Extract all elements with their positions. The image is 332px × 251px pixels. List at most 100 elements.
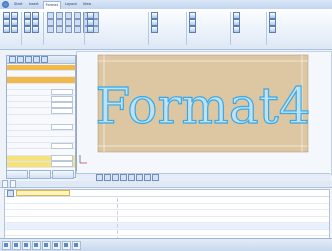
object-icon (151, 11, 158, 19)
ribbon-item[interactable] (233, 18, 240, 26)
zoom-out-icon[interactable] (104, 174, 111, 181)
ribbon-item[interactable] (3, 11, 18, 19)
align-center-icon[interactable] (55, 11, 63, 19)
property-value-field[interactable] (51, 161, 73, 168)
app-icon (34, 243, 38, 247)
group-icon[interactable] (64, 25, 72, 33)
bold-icon (24, 11, 31, 19)
color-icon (151, 25, 158, 33)
format-painter-icon (11, 18, 18, 26)
ribbon-item[interactable] (24, 11, 39, 19)
lower-panel-value[interactable] (117, 217, 210, 222)
ribbon-item[interactable] (233, 11, 240, 19)
ribbon-item[interactable] (151, 18, 158, 26)
ribbon-separator (148, 12, 149, 45)
ribbon-item[interactable] (87, 11, 94, 19)
tab-layout[interactable]: Layout (63, 1, 79, 8)
app-icon (54, 243, 58, 247)
property-value-field[interactable] (51, 142, 73, 149)
status-item[interactable] (62, 240, 71, 250)
pan-icon[interactable] (120, 174, 127, 181)
font-color-icon (24, 25, 31, 33)
text-style-icon (189, 25, 196, 33)
border-icon[interactable] (73, 18, 81, 26)
tab-format[interactable]: Format (42, 1, 61, 9)
zoom-in-icon[interactable] (96, 174, 103, 181)
panel-tool-icon[interactable] (41, 56, 48, 63)
panel-tool-icon[interactable] (17, 56, 24, 63)
ribbon-item[interactable] (189, 11, 196, 19)
highlight-icon (32, 25, 39, 33)
ribbon-item[interactable] (269, 25, 276, 33)
status-item[interactable] (2, 240, 11, 250)
align-right-icon[interactable] (64, 11, 72, 19)
flip-icon[interactable] (55, 25, 63, 33)
fit-page-icon[interactable] (112, 174, 119, 181)
ribbon-item[interactable] (87, 25, 94, 33)
ribbon-item[interactable] (189, 25, 196, 33)
property-value-field[interactable] (51, 107, 73, 114)
status-item[interactable] (12, 240, 21, 250)
undo-icon (3, 25, 10, 33)
property-value-field[interactable] (51, 95, 73, 102)
ribbon-group-objects (151, 11, 158, 33)
lower-panel-value[interactable] (117, 204, 210, 209)
arrange-icon (87, 11, 94, 19)
app-icon (44, 243, 48, 247)
ribbon-item[interactable] (87, 18, 94, 26)
property-value-field[interactable] (51, 124, 73, 131)
spacing-icon[interactable] (64, 18, 72, 26)
numbered-list-icon[interactable] (55, 18, 63, 26)
lower-tab[interactable] (10, 180, 16, 188)
panel-button[interactable] (52, 170, 74, 179)
layer-toggle-icon[interactable] (152, 174, 159, 181)
ribbon-item[interactable] (233, 25, 240, 33)
lower-tab[interactable] (2, 180, 8, 188)
status-item[interactable] (52, 240, 61, 250)
tab-start[interactable]: Start (12, 1, 25, 8)
snap-icon[interactable] (144, 174, 151, 181)
panel-tool-icon[interactable] (25, 56, 32, 63)
panel-button[interactable] (6, 170, 28, 179)
status-item[interactable] (32, 240, 41, 250)
ribbon-item[interactable] (151, 11, 158, 19)
ribbon-item[interactable] (151, 25, 158, 33)
property-value-field[interactable] (51, 155, 73, 162)
property-value-field[interactable] (51, 89, 73, 96)
status-item[interactable] (22, 240, 31, 250)
ribbon-group-clipboard (3, 11, 18, 33)
status-item[interactable] (42, 240, 51, 250)
justify-icon[interactable] (73, 11, 81, 19)
lower-panel-value[interactable] (117, 223, 210, 228)
app-menu-button[interactable] (2, 1, 9, 8)
text-fit-icon (189, 18, 196, 26)
property-value-field[interactable] (51, 101, 73, 108)
tab-view[interactable]: View (81, 1, 93, 8)
ribbon-item[interactable] (189, 18, 196, 26)
panel-tool-icon[interactable] (9, 56, 16, 63)
lower-panel (4, 189, 330, 243)
grid-toggle-icon[interactable] (128, 174, 135, 181)
status-item[interactable] (72, 240, 81, 250)
align-left-icon[interactable] (46, 11, 54, 19)
lower-panel-value[interactable] (117, 197, 210, 202)
panel-button[interactable] (29, 170, 51, 179)
lower-panel-value[interactable] (117, 230, 210, 235)
canvas-text-object[interactable]: Format4 (95, 76, 311, 135)
page-icon (233, 11, 240, 19)
tab-insert[interactable]: Insert (27, 1, 41, 8)
list-icon[interactable] (46, 18, 54, 26)
ungroup-icon[interactable] (73, 25, 81, 33)
ribbon-item[interactable] (269, 11, 276, 19)
ribbon-item[interactable] (24, 18, 39, 26)
ruler-toggle-icon[interactable] (136, 174, 143, 181)
ribbon-item[interactable] (3, 25, 18, 33)
lower-panel-value[interactable] (117, 210, 210, 215)
lower-panel-selected-field[interactable] (16, 190, 70, 196)
ribbon-item[interactable] (24, 25, 39, 33)
ribbon-item[interactable] (3, 18, 18, 26)
ribbon-item[interactable] (269, 18, 276, 26)
canvas-toolbar (76, 173, 330, 181)
panel-tool-icon[interactable] (33, 56, 40, 63)
rotate-icon[interactable] (46, 25, 54, 33)
